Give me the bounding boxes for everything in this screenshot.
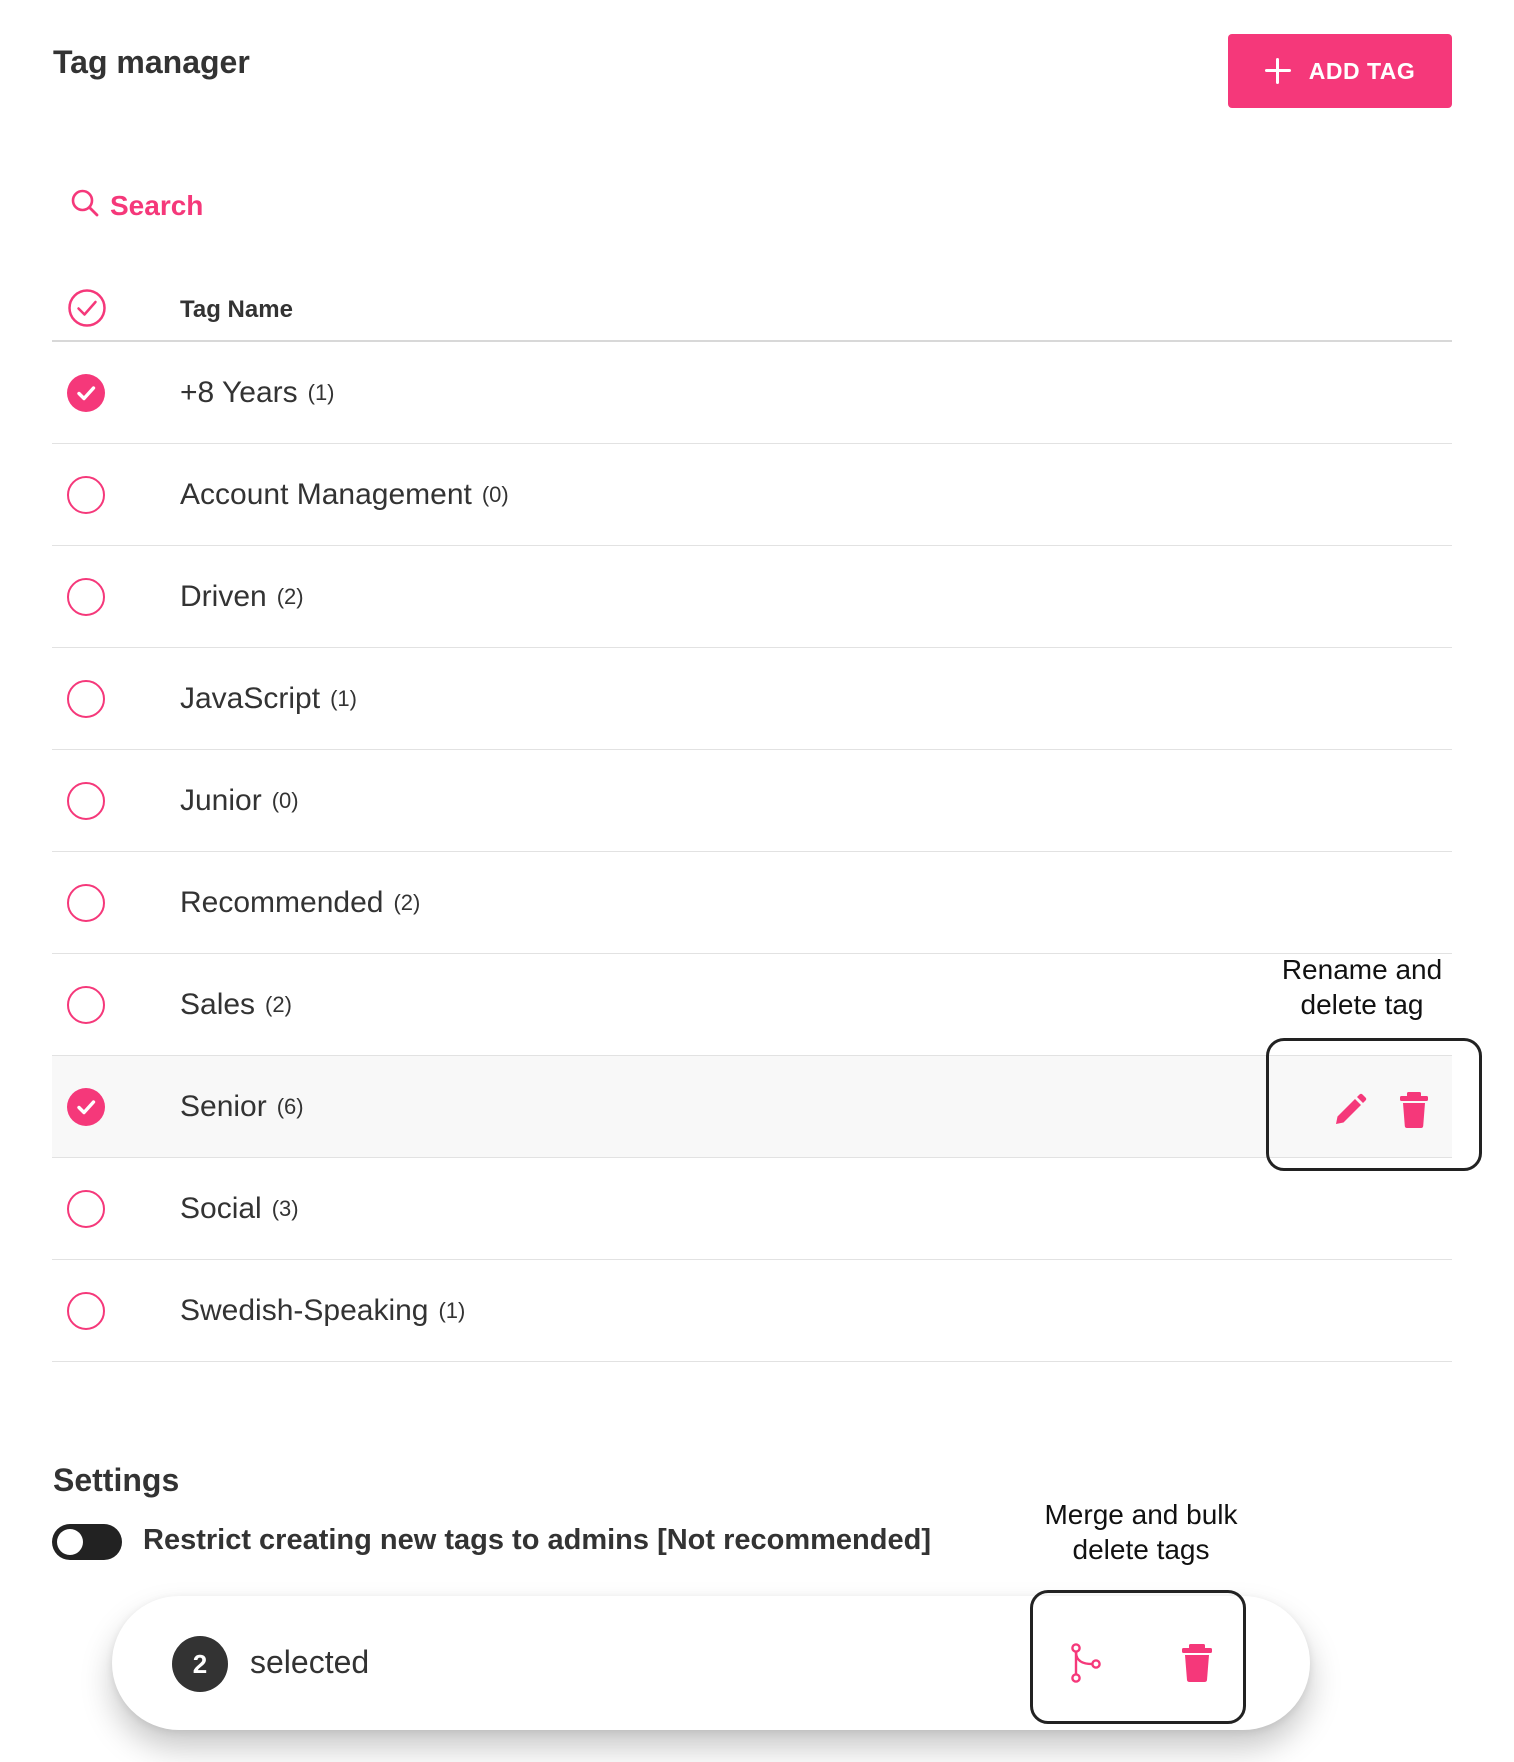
annotation-text: delete tags — [1072, 1534, 1210, 1565]
tag-count: (3) — [271, 1195, 299, 1221]
circle-outline-icon[interactable] — [67, 985, 105, 1024]
annotation-text: Rename and — [1281, 954, 1443, 985]
table-row[interactable]: Swedish-Speaking (1) — [52, 1260, 1452, 1362]
plus-icon — [1264, 58, 1291, 84]
tag-count: (0) — [481, 481, 509, 507]
page-title: Tag manager — [53, 44, 250, 80]
tag-name: Social — [180, 1191, 262, 1225]
bulk-actions-annotation: Merge and bulk delete tags — [1026, 1497, 1256, 1567]
tag-count: (1) — [307, 379, 335, 405]
circle-outline-icon[interactable] — [67, 1189, 105, 1228]
tag-count: (2) — [393, 889, 421, 915]
circle-outline-icon[interactable] — [67, 883, 105, 922]
restrict-tags-toggle[interactable] — [52, 1524, 122, 1560]
tag-count: (2) — [265, 991, 292, 1017]
tag-count: (2) — [276, 583, 304, 609]
table-row[interactable]: JavaScript (1) — [52, 648, 1452, 750]
circle-outline-icon[interactable] — [67, 577, 105, 616]
tag-count: (1) — [438, 1297, 466, 1323]
restrict-tags-label: Restrict creating new tags to admins [No… — [143, 1524, 931, 1556]
tag-count: (1) — [330, 685, 357, 711]
column-header-tag-name: Tag Name — [180, 296, 293, 323]
check-circle-filled-icon[interactable] — [67, 1087, 105, 1126]
table-row[interactable]: Social (3) — [52, 1158, 1452, 1260]
circle-outline-icon[interactable] — [67, 679, 105, 718]
check-circle-outline-icon[interactable] — [67, 288, 107, 333]
tag-name: Sales — [180, 987, 256, 1021]
tag-name: Account Management — [180, 477, 472, 511]
table-row[interactable]: +8 Years (1) — [52, 342, 1452, 444]
tag-name: Recommended — [180, 885, 384, 919]
toggle-knob — [57, 1529, 83, 1555]
tag-name: Junior — [180, 783, 262, 817]
circle-outline-icon[interactable] — [67, 475, 105, 514]
add-tag-button[interactable]: ADD TAG — [1228, 34, 1452, 108]
table-header: Tag Name — [52, 280, 1452, 342]
check-circle-filled-icon[interactable] — [67, 373, 105, 412]
row-actions-callout — [1266, 1038, 1482, 1171]
tag-name: Senior — [180, 1089, 267, 1123]
settings-title: Settings — [53, 1462, 180, 1498]
tag-count: (6) — [276, 1093, 304, 1119]
search-icon — [70, 188, 100, 223]
table-row[interactable]: Sales (2) — [52, 954, 1452, 1056]
annotation-text: Merge and bulk — [1044, 1499, 1238, 1530]
table-row[interactable]: Junior (0) — [52, 750, 1452, 852]
table-row[interactable]: Driven (2) — [52, 546, 1452, 648]
tag-name: JavaScript — [180, 681, 321, 715]
add-tag-label: ADD TAG — [1308, 57, 1416, 84]
circle-outline-icon[interactable] — [67, 1291, 105, 1330]
table-row[interactable]: Recommended (2) — [52, 852, 1452, 954]
annotation-text: delete tag — [1300, 989, 1424, 1020]
selected-label: selected — [250, 1644, 370, 1680]
tag-name: Driven — [180, 579, 267, 613]
row-actions-annotation: Rename and delete tag — [1262, 952, 1462, 1022]
search-button[interactable]: Search — [70, 188, 203, 223]
tag-name: Swedish-Speaking — [180, 1293, 429, 1327]
tag-table: Tag Name +8 Years (1) Account Management (0… — [52, 280, 1452, 1362]
bulk-actions-callout — [1030, 1590, 1246, 1724]
selected-count-badge: 2 — [172, 1636, 228, 1692]
search-label: Search — [110, 189, 204, 221]
tag-count: (0) — [271, 787, 299, 813]
table-row[interactable]: Senior (6) — [52, 1056, 1452, 1158]
tag-name: +8 Years — [180, 375, 298, 409]
circle-outline-icon[interactable] — [67, 781, 105, 820]
table-row[interactable]: Account Management (0) — [52, 444, 1452, 546]
